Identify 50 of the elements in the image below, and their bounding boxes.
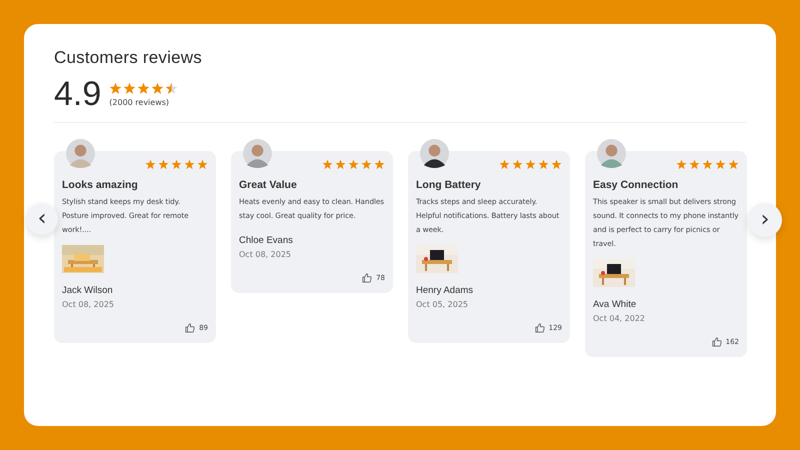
review-date: Oct 08, 2025 xyxy=(239,250,292,259)
avatar xyxy=(420,139,449,168)
star-icon xyxy=(145,159,156,170)
review-title: Long Battery xyxy=(416,179,482,191)
star-icon xyxy=(499,159,510,170)
reviewer-name: Jack Wilson xyxy=(62,285,114,296)
star-icon xyxy=(165,82,178,94)
star-icon xyxy=(374,159,385,170)
avatar xyxy=(243,139,272,168)
previous-button[interactable]: ‹ xyxy=(26,203,58,235)
star-icon xyxy=(361,159,372,170)
star-icon xyxy=(109,82,122,94)
star-icon xyxy=(197,159,208,170)
star-icon xyxy=(158,159,169,170)
review-count: (2000 reviews) xyxy=(109,98,170,106)
review-date: Oct 04, 2022 xyxy=(593,314,646,323)
star-icon xyxy=(151,82,164,94)
review-date: Oct 05, 2025 xyxy=(416,300,469,309)
thumbs-up-icon xyxy=(712,337,722,347)
star-icon xyxy=(689,159,700,170)
reviewer-name: Henry Adams xyxy=(416,285,474,296)
star-icon xyxy=(525,159,536,170)
review-title: Great Value xyxy=(239,179,298,191)
heading: Customers reviews xyxy=(54,48,203,68)
rating-score: 4.9 xyxy=(54,76,102,112)
star-icon xyxy=(728,159,739,170)
star-icon xyxy=(676,159,687,170)
avatar xyxy=(66,139,95,168)
star-icon xyxy=(322,159,333,170)
star-icon xyxy=(538,159,549,170)
reviewer-name: Ava White xyxy=(593,299,638,310)
star-icon xyxy=(335,159,346,170)
reviewer-name: Chloe Evans xyxy=(239,235,294,246)
star-icon xyxy=(512,159,523,170)
star-icon xyxy=(184,159,195,170)
review-title: Looks amazing xyxy=(62,179,139,191)
star-icon xyxy=(171,159,182,170)
next-button[interactable]: › xyxy=(748,203,782,237)
thumbs-up-icon xyxy=(534,323,545,333)
star-icon xyxy=(702,159,713,170)
avatar xyxy=(597,139,626,168)
star-icon xyxy=(715,159,726,170)
review-date: Oct 08, 2025 xyxy=(62,300,115,309)
thumbs-up-icon xyxy=(185,323,196,333)
star-icon xyxy=(123,82,136,94)
star-icon xyxy=(137,82,150,94)
star-icon xyxy=(348,159,359,170)
star-icon xyxy=(551,159,562,170)
review-title: Easy Connection xyxy=(593,179,680,191)
thumbs-up-icon xyxy=(362,273,372,283)
